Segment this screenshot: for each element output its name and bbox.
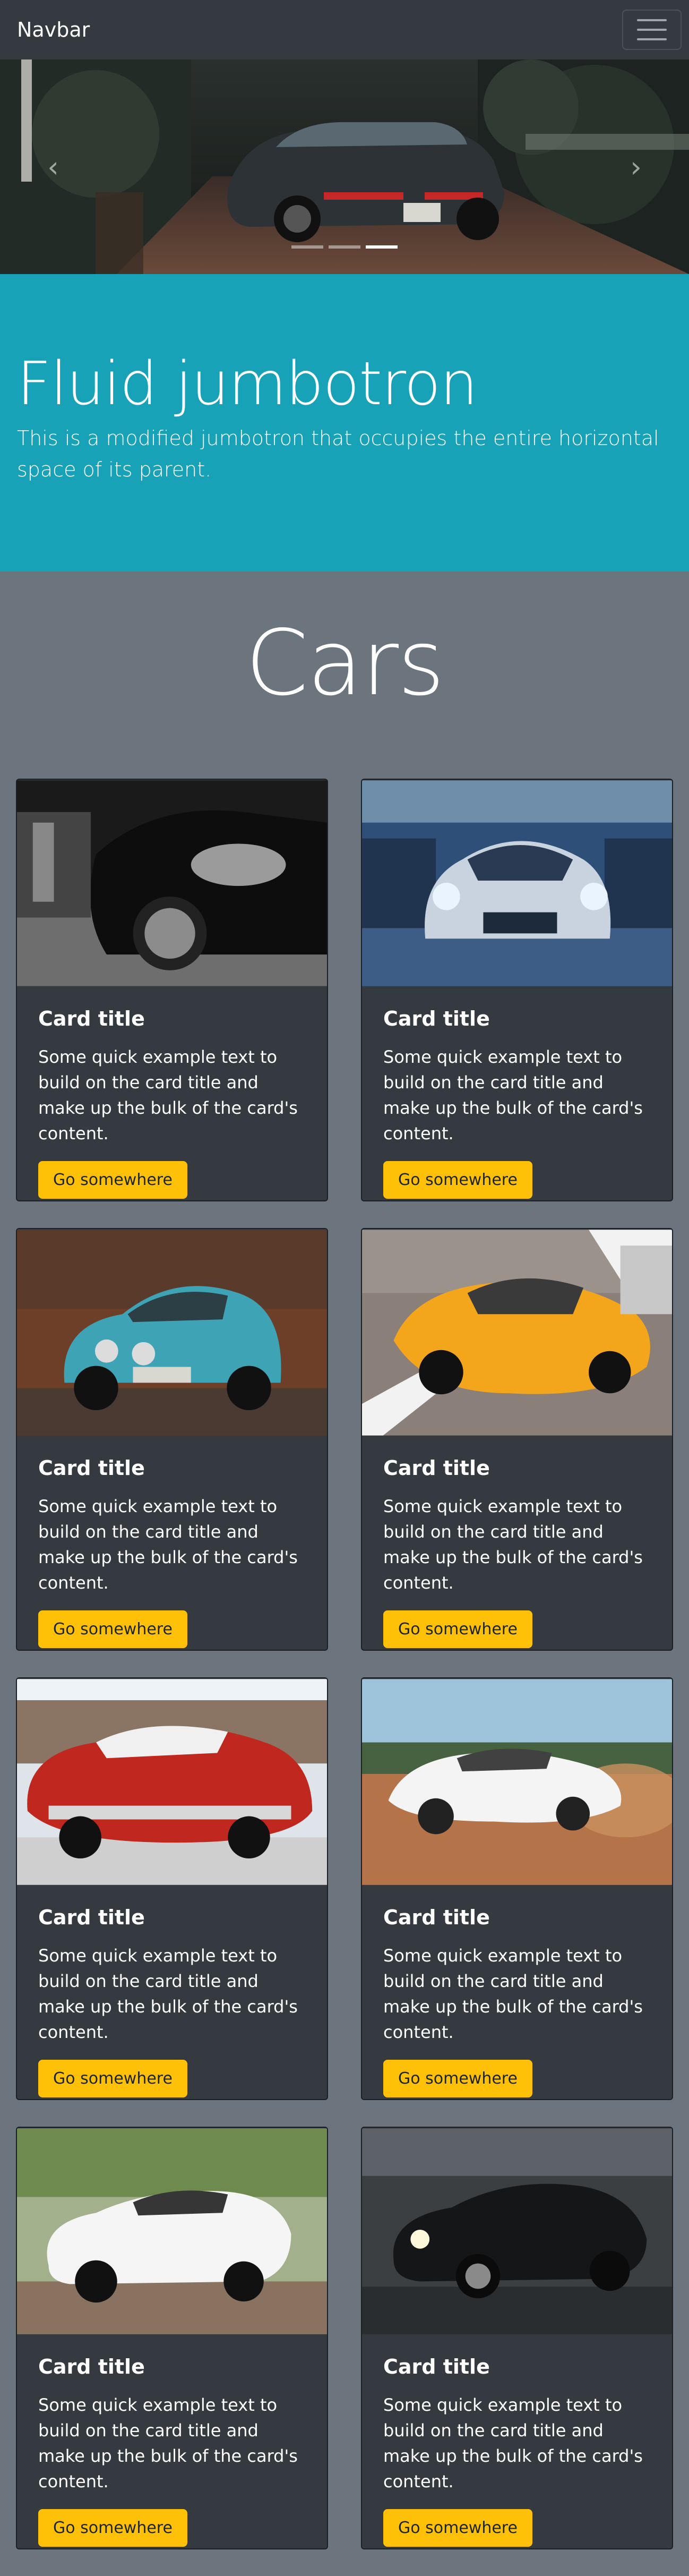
navbar-toggler-button[interactable] bbox=[622, 10, 682, 50]
chevron-right-icon: › bbox=[630, 150, 642, 184]
go-somewhere-button[interactable]: Go somewhere bbox=[38, 1161, 187, 1199]
card-text: Some quick example text to build on the … bbox=[383, 1496, 643, 1593]
card-text: Some quick example text to build on the … bbox=[383, 1047, 643, 1144]
card-title: Card title bbox=[38, 1456, 145, 1480]
card-body: Card title Some quick example text to bu… bbox=[362, 2335, 672, 2548]
card-image bbox=[17, 2128, 327, 2334]
card-image bbox=[362, 780, 672, 986]
card-text: Some quick example text to build on the … bbox=[383, 1946, 643, 2042]
card: Card title Some quick example text to bu… bbox=[16, 2127, 328, 2549]
card-body: Card title Some quick example text to bu… bbox=[17, 1886, 327, 2099]
card-body: Card title Some quick example text to bu… bbox=[362, 1886, 672, 2099]
card-text: Some quick example text to build on the … bbox=[38, 2395, 298, 2492]
card-image bbox=[362, 1230, 672, 1436]
go-somewhere-button[interactable]: Go somewhere bbox=[383, 2060, 532, 2097]
go-somewhere-button[interactable]: Go somewhere bbox=[383, 2509, 532, 2547]
jumbotron-title: Fluid jumbotron bbox=[17, 349, 478, 419]
card: Card title Some quick example text to bu… bbox=[16, 1228, 328, 1651]
card: Card title Some quick example text to bu… bbox=[16, 1677, 328, 2100]
go-somewhere-button[interactable]: Go somewhere bbox=[383, 1161, 532, 1199]
card-title: Card title bbox=[38, 1007, 145, 1030]
carousel-indicators bbox=[0, 245, 689, 249]
card: Card title Some quick example text to bu… bbox=[16, 779, 328, 1201]
card-image bbox=[17, 1230, 327, 1436]
carousel-indicator-3[interactable] bbox=[366, 245, 398, 249]
chevron-left-icon: ‹ bbox=[47, 150, 59, 184]
card-title: Card title bbox=[38, 2355, 145, 2378]
go-somewhere-button[interactable]: Go somewhere bbox=[38, 1610, 187, 1648]
card-body: Card title Some quick example text to bu… bbox=[362, 1436, 672, 1650]
carousel-indicator-1[interactable] bbox=[291, 245, 323, 249]
card-text: Some quick example text to build on the … bbox=[383, 2395, 643, 2492]
go-somewhere-button[interactable]: Go somewhere bbox=[38, 2060, 187, 2097]
card-body: Card title Some quick example text to bu… bbox=[17, 2335, 327, 2548]
card-image bbox=[362, 1679, 672, 1885]
card-text: Some quick example text to build on the … bbox=[38, 1496, 298, 1593]
card-body: Card title Some quick example text to bu… bbox=[17, 1436, 327, 1650]
go-somewhere-button[interactable]: Go somewhere bbox=[38, 2509, 187, 2547]
card-image bbox=[17, 1679, 327, 1885]
card: Card title Some quick example text to bu… bbox=[361, 1677, 673, 2100]
card-title: Card title bbox=[383, 1007, 490, 1030]
card-body: Card title Some quick example text to bu… bbox=[17, 987, 327, 1200]
navbar-brand[interactable]: Navbar bbox=[17, 18, 90, 41]
card-text: Some quick example text to build on the … bbox=[38, 1047, 298, 1144]
card: Card title Some quick example text to bu… bbox=[361, 2127, 673, 2549]
jumbotron: Fluid jumbotron This is a modified jumbo… bbox=[0, 274, 689, 572]
jumbotron-lead: This is a modified jumbotron that occupi… bbox=[17, 427, 659, 482]
carousel: ‹ › bbox=[0, 59, 689, 274]
card-text: Some quick example text to build on the … bbox=[38, 1946, 298, 2042]
carousel-prev-button[interactable]: ‹ bbox=[0, 59, 106, 274]
section-title: Cars bbox=[245, 611, 444, 716]
navbar: Navbar bbox=[0, 0, 689, 59]
card-title: Card title bbox=[38, 1906, 145, 1929]
hamburger-icon bbox=[637, 19, 667, 40]
card-body: Card title Some quick example text to bu… bbox=[362, 987, 672, 1200]
carousel-next-button[interactable]: › bbox=[583, 59, 689, 274]
card-image bbox=[17, 780, 327, 986]
go-somewhere-button[interactable]: Go somewhere bbox=[383, 1610, 532, 1648]
carousel-indicator-2[interactable] bbox=[329, 245, 360, 249]
card-title: Card title bbox=[383, 1456, 490, 1480]
card-title: Card title bbox=[383, 1906, 490, 1929]
card: Card title Some quick example text to bu… bbox=[361, 1228, 673, 1651]
card-title: Card title bbox=[383, 2355, 490, 2378]
card: Card title Some quick example text to bu… bbox=[361, 779, 673, 1201]
card-image bbox=[362, 2128, 672, 2334]
